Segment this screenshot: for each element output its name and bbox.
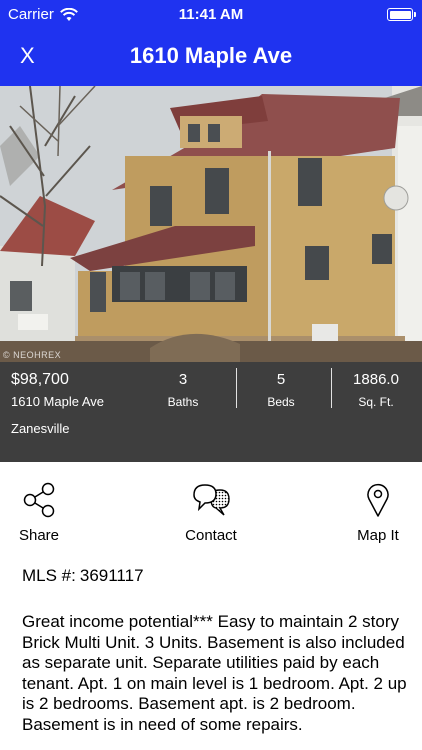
city: Zanesville <box>11 421 70 436</box>
beds-stat: 5 Beds <box>251 371 311 409</box>
status-bar: Carrier 11:41 AM <box>0 0 422 30</box>
share-button[interactable]: Share <box>0 482 84 544</box>
contact-label: Contact <box>185 527 237 544</box>
contact-button[interactable]: Contact <box>166 482 256 544</box>
house-image <box>0 86 422 362</box>
map-pin-icon <box>367 483 389 517</box>
battery-icon <box>387 8 416 21</box>
share-icon <box>23 482 55 518</box>
photo-watermark: © NEOHREX <box>3 350 62 360</box>
chat-bubbles-icon <box>193 484 230 516</box>
price: $98,700 <box>11 371 69 388</box>
map-it-label: Map It <box>357 527 399 544</box>
property-photo[interactable]: © NEOHREX <box>0 86 422 362</box>
mls-number: MLS #: 3691117 <box>22 566 144 586</box>
beds-label: Beds <box>267 395 295 409</box>
page-title: 1610 Maple Ave <box>129 43 293 68</box>
listing-description: Great income potential*** Easy to mainta… <box>22 612 407 734</box>
action-bar: Share Contact Map It <box>0 462 422 552</box>
status-time: 11:41 AM <box>178 6 244 23</box>
baths-value: 3 <box>178 371 188 388</box>
share-label: Share <box>18 527 60 544</box>
divider <box>331 368 332 408</box>
mls-value: 3691117 <box>79 566 144 585</box>
baths-stat: 3 Baths <box>153 371 213 409</box>
sqft-label: Sq. Ft. <box>358 395 394 409</box>
divider <box>236 368 237 408</box>
mls-label: MLS #: <box>22 566 76 585</box>
listing-summary: $98,700 1610 Maple Ave Zanesville 3 Bath… <box>0 362 422 462</box>
map-it-button[interactable]: Map It <box>333 482 422 544</box>
address: 1610 Maple Ave <box>11 394 104 409</box>
sqft-stat: 1886.0 Sq. Ft. <box>340 371 412 409</box>
top-bar: Carrier 11:41 AM X 1610 Maple Ave <box>0 0 422 86</box>
baths-label: Baths <box>167 395 199 409</box>
sqft-value: 1886.0 <box>353 371 399 388</box>
beds-value: 5 <box>276 371 286 388</box>
